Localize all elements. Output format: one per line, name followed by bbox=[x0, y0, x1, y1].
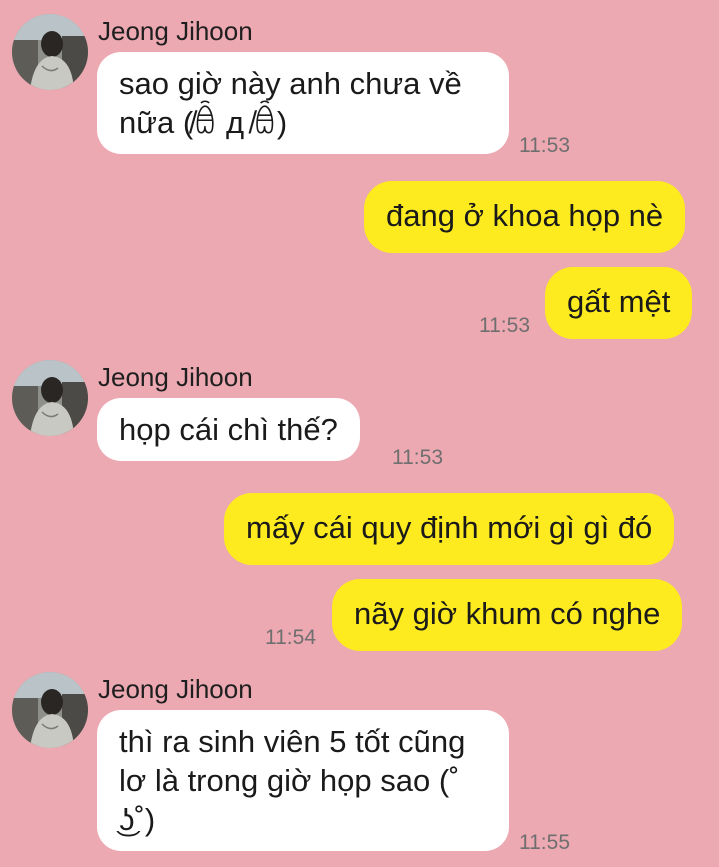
message-timestamp: 11:54 bbox=[265, 626, 316, 649]
message-timestamp: 11:53 bbox=[519, 134, 570, 157]
message-bubble-outgoing[interactable]: gất mệt bbox=[545, 267, 693, 339]
message-timestamp: 11:53 bbox=[392, 446, 443, 469]
avatar[interactable] bbox=[12, 672, 88, 748]
avatar[interactable] bbox=[12, 360, 88, 436]
sender-name: Jeong Jihoon bbox=[98, 16, 253, 46]
sender-name: Jeong Jihoon bbox=[98, 674, 253, 704]
message-timestamp: 11:55 bbox=[519, 831, 570, 854]
message-bubble-outgoing[interactable]: đang ở khoa họp nè bbox=[364, 181, 686, 253]
profile-photo-icon bbox=[12, 360, 88, 436]
message-bubble-incoming[interactable]: thì ra sinh viên 5 tốt cũng lơ là trong … bbox=[97, 710, 509, 851]
message-bubble-outgoing[interactable]: nãy giờ khum có nghe bbox=[332, 579, 683, 651]
message-bubble-incoming[interactable]: họp cái chì thế? bbox=[97, 398, 360, 461]
message-bubble-outgoing[interactable]: mấy cái quy định mới gì gì đó bbox=[224, 493, 675, 565]
sender-name: Jeong Jihoon bbox=[98, 362, 253, 392]
profile-photo-icon bbox=[12, 672, 88, 748]
message-bubble-incoming[interactable]: sao giờ này anh chưa về nữa (̸ꎁ д ̸ꎁ) bbox=[97, 52, 509, 154]
message-timestamp: 11:53 bbox=[479, 314, 530, 337]
profile-photo-icon bbox=[12, 14, 88, 90]
avatar[interactable] bbox=[12, 14, 88, 90]
